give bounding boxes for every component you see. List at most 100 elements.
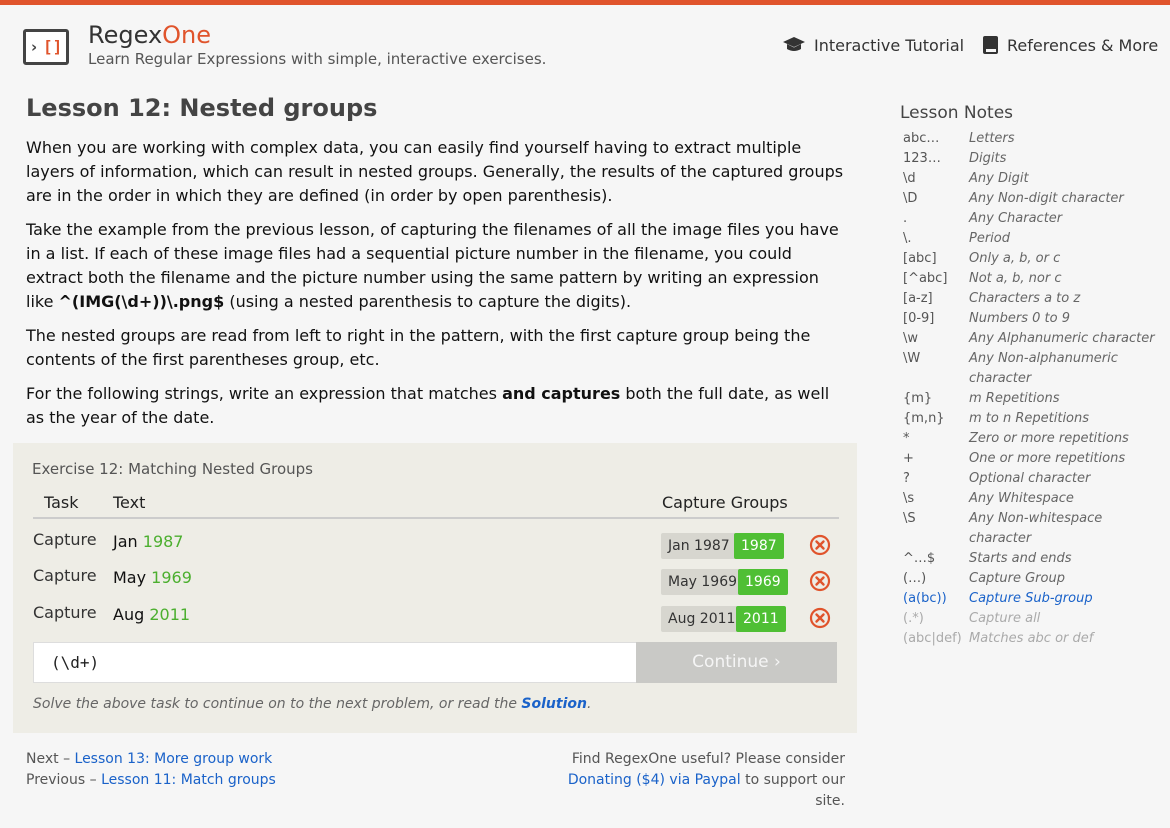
error-circle-x-icon <box>809 570 831 592</box>
donate-link[interactable]: Donating ($4) via Paypal <box>568 772 741 788</box>
regex-input[interactable]: (\d+) <box>33 642 637 683</box>
note-syntax: (abc|def) <box>903 631 962 646</box>
logo-brackets: [] <box>43 37 63 56</box>
regexone-logo[interactable]: › [] <box>23 29 69 65</box>
lesson-notes-title: Lesson Notes <box>900 103 1014 123</box>
lesson-note-item: . Any Character <box>903 209 1168 229</box>
note-syntax: abc… <box>903 131 940 146</box>
nav-references-label: References & More <box>1007 35 1159 55</box>
top-accent-bar <box>0 0 1170 5</box>
lesson-note-item: + One or more repetitions <box>903 449 1168 469</box>
lesson-paragraph-4: For the following strings, write an expr… <box>26 384 830 427</box>
note-syntax: [a-z] <box>903 291 933 306</box>
row-text: Aug 2011 <box>113 605 191 624</box>
note-syntax: \W <box>903 351 921 366</box>
note-meaning: Any Character <box>969 211 1063 226</box>
note-meaning: Letters <box>969 131 1015 146</box>
lesson-paragraph-2: Take the example from the previous lesso… <box>26 220 839 311</box>
solution-link[interactable]: Solution <box>521 696 587 712</box>
lesson-paragraph-1: When you are working with complex data, … <box>26 138 844 205</box>
capture-group-year: 2011 <box>736 606 786 632</box>
capture-group-full: Jan 1987 <box>661 533 737 559</box>
note-meaning: Capture Group <box>969 571 1065 586</box>
nav-references[interactable]: References & More <box>982 34 1158 56</box>
lesson-note-item: \D Any Non-digit character <box>903 189 1168 209</box>
note-syntax: [0-9] <box>903 311 935 326</box>
note-syntax: [^abc] <box>903 271 948 286</box>
example-pattern: ^(IMG(\d+))\.png$ <box>58 292 225 311</box>
continue-button[interactable]: Continue › <box>636 642 837 683</box>
note-meaning: Any Non-whitespace character <box>969 511 1103 546</box>
exercise-panel: Exercise 12: Matching Nested Groups Task… <box>13 443 857 733</box>
note-syntax: [abc] <box>903 251 937 266</box>
error-circle-x-icon <box>809 607 831 629</box>
lesson-note-item: \W Any Non-alphanumeric character <box>903 349 1168 389</box>
note-meaning: Numbers 0 to 9 <box>969 311 1070 326</box>
lesson-note-item: (.*) Capture all <box>903 609 1168 629</box>
note-meaning: Period <box>969 231 1010 246</box>
note-syntax: \S <box>903 511 916 526</box>
note-meaning: Starts and ends <box>969 551 1072 566</box>
row-task: Capture <box>33 530 97 549</box>
lesson-note-item: \w Any Alphanumeric character <box>903 329 1168 349</box>
nav-tutorial-label: Interactive Tutorial <box>814 35 965 55</box>
lesson-note-item: * Zero or more repetitions <box>903 429 1168 449</box>
note-syntax: \D <box>903 191 918 206</box>
table-row: Capture Jan 1987 Jan 1987 1987 <box>33 526 839 560</box>
brand-name[interactable]: RegexOne <box>88 21 211 49</box>
capture-group-full: May 1969 <box>661 569 745 595</box>
note-meaning: Characters a to z <box>969 291 1081 306</box>
lesson-note-item: (abc|def) Matches abc or def <box>903 629 1168 649</box>
lesson-note-item: [a-z] Characters a to z <box>903 289 1168 309</box>
note-meaning: Capture Sub-group <box>969 591 1093 606</box>
next-lesson-link[interactable]: Lesson 13: More group work <box>75 751 273 767</box>
exercise-hint: Solve the above task to continue on to t… <box>33 696 592 712</box>
lesson-note-item: (…) Capture Group <box>903 569 1168 589</box>
note-syntax: {m} <box>903 391 933 406</box>
note-syntax: ? <box>903 471 910 486</box>
lesson-note-item: \S Any Non-whitespace character <box>903 509 1168 549</box>
note-syntax: \s <box>903 491 915 506</box>
note-meaning: Matches abc or def <box>969 631 1094 646</box>
note-meaning: m to n Repetitions <box>969 411 1090 426</box>
note-meaning: Capture all <box>969 611 1041 626</box>
note-meaning: m Repetitions <box>969 391 1060 406</box>
note-meaning: Not a, b, nor c <box>969 271 1062 286</box>
note-meaning: Any Whitespace <box>969 491 1074 506</box>
lesson-note-item: {m} m Repetitions <box>903 389 1168 409</box>
note-syntax: \d <box>903 171 916 186</box>
lesson-notes-list: abc… Letters 123… Digits \d Any Digit \D Any No… <box>903 129 1168 649</box>
lesson-content: When you are working with complex data, … <box>26 136 844 440</box>
lesson-note-item: abc… Letters <box>903 129 1168 149</box>
nav-interactive-tutorial[interactable]: Interactive Tutorial <box>782 34 964 56</box>
note-syntax: . <box>903 211 908 226</box>
note-meaning: One or more repetitions <box>969 451 1126 466</box>
lesson-note-item: [^abc] Not a, b, nor c <box>903 269 1168 289</box>
lesson-note-item: \. Period <box>903 229 1168 249</box>
lesson-note-item: (a(bc)) Capture Sub-group <box>903 589 1168 609</box>
note-syntax: {m,n} <box>903 411 945 426</box>
capture-group-year: 1987 <box>734 533 784 559</box>
row-text: Jan 1987 <box>113 532 184 551</box>
previous-lesson-link[interactable]: Lesson 11: Match groups <box>101 772 276 788</box>
exercise-table-header: Task Text Capture Groups <box>33 493 839 519</box>
note-syntax: * <box>903 431 910 446</box>
lesson-note-item: 123… Digits <box>903 149 1168 169</box>
capture-group-full: Aug 2011 <box>661 606 743 632</box>
lesson-navigation: Next – Lesson 13: More group work Previo… <box>26 751 276 788</box>
note-meaning: Any Alphanumeric character <box>969 331 1155 346</box>
book-icon <box>983 36 998 54</box>
note-syntax: \w <box>903 331 919 346</box>
header-task: Task <box>44 493 79 512</box>
lesson-note-item: \s Any Whitespace <box>903 489 1168 509</box>
note-syntax: \. <box>903 231 912 246</box>
note-syntax: 123… <box>903 151 941 166</box>
row-text: May 1969 <box>113 568 192 587</box>
lesson-note-item: {m,n} m to n Repetitions <box>903 409 1168 429</box>
note-meaning: Any Digit <box>969 171 1029 186</box>
note-syntax: (.*) <box>903 611 924 626</box>
lesson-title: Lesson 12: Nested groups <box>26 94 378 122</box>
lesson-note-item: [abc] Only a, b, or c <box>903 249 1168 269</box>
note-syntax: + <box>903 451 914 466</box>
note-syntax: ^…$ <box>903 551 936 566</box>
